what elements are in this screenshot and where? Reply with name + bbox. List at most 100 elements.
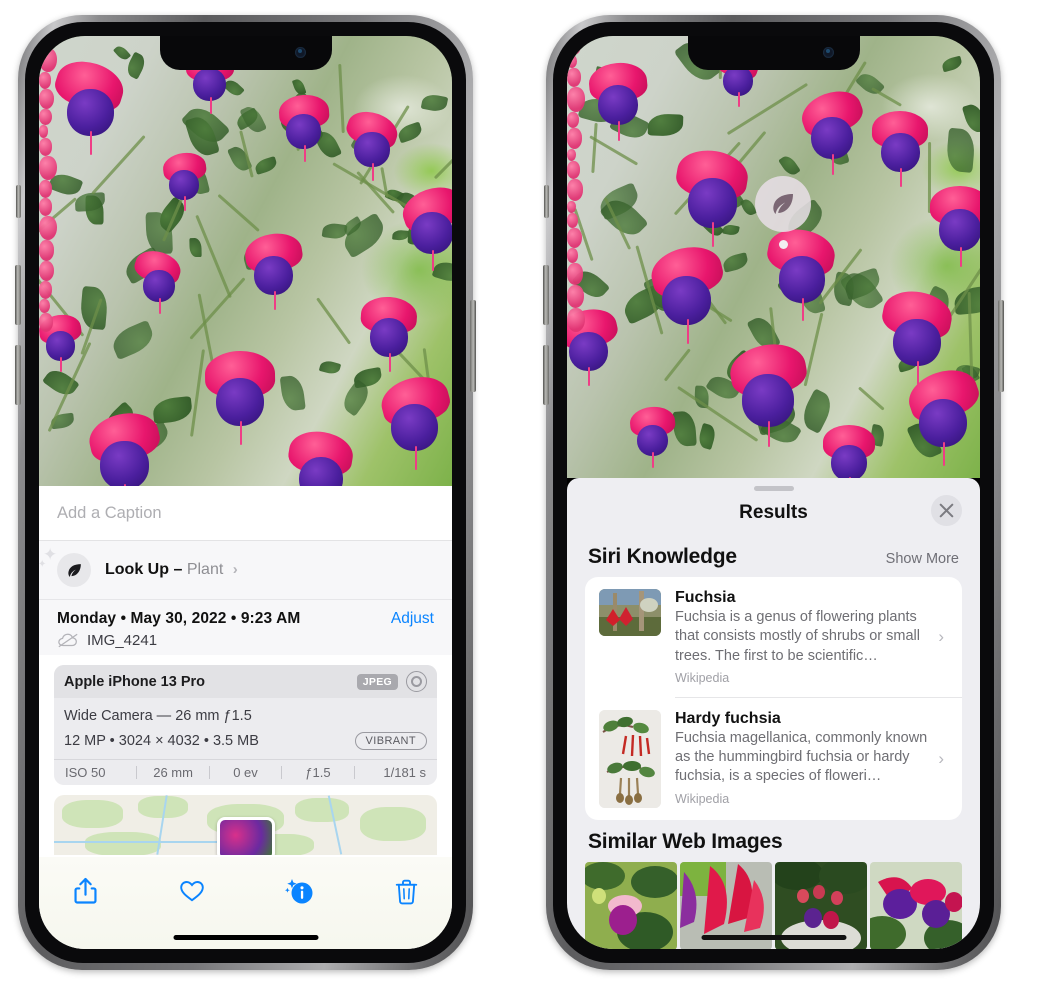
caption-field-row[interactable]: Add a Caption: [39, 486, 452, 541]
photo-detail: [39, 215, 57, 241]
photo-detail: [354, 132, 390, 168]
photo-viewer[interactable]: [39, 36, 452, 486]
results-title: Results: [739, 502, 808, 523]
photo-detail: [831, 154, 834, 176]
profile-badge: VIBRANT: [354, 731, 427, 750]
look-up-dash: –: [173, 561, 183, 578]
location-map[interactable]: [54, 795, 437, 856]
photo-detail: [39, 280, 53, 299]
similar-image-thumb[interactable]: [870, 861, 962, 949]
photo-detail: [372, 163, 375, 181]
photo-detail: [169, 169, 200, 200]
exif-value: ISO 50: [65, 765, 106, 781]
photo-detail: [369, 318, 409, 357]
photo-detail: [767, 420, 770, 448]
volume-up-button-right[interactable]: [543, 265, 549, 325]
photo-detail: [39, 88, 54, 109]
visual-lookup-badge[interactable]: [755, 176, 811, 232]
camera-card-body: Wide Camera — 26 mm ƒ1.5 12 MP • 3024 × …: [54, 698, 437, 759]
result-title: Hardy fuchsia: [675, 709, 781, 727]
trash-icon[interactable]: [384, 871, 428, 911]
camera-device-name: Apple iPhone 13 Pro: [64, 673, 205, 690]
exif-value: ƒ1.5: [305, 765, 331, 781]
photo-detail: [567, 308, 585, 333]
home-indicator-right[interactable]: [701, 935, 846, 940]
list-item[interactable]: Hardy fuchsia Fuchsia magellanica, commo…: [585, 698, 962, 820]
photo-detail: [618, 120, 621, 141]
result-thumbnail-hardy-fuchsia: [599, 709, 661, 808]
show-more-button[interactable]: Show More: [886, 551, 959, 567]
format-badge: JPEG: [356, 673, 398, 690]
photo-detail: [189, 238, 202, 257]
chevron-right-icon[interactable]: ›: [233, 561, 238, 578]
leaf-icon: ✦ ✦: [39, 545, 91, 587]
silence-switch[interactable]: [16, 185, 21, 218]
right-screen: Results Siri Knowledge Show More Fuchsia…: [567, 36, 980, 949]
photo-detail: [215, 377, 264, 427]
left-screen: Add a Caption ✦ ✦ Look Up – Plant › Mond…: [39, 36, 452, 949]
photo-detail: [567, 179, 583, 201]
chevron-right-icon[interactable]: ›: [934, 749, 950, 769]
result-description: Fuchsia is a genus of flowering plants t…: [675, 609, 920, 664]
photo-detail: [942, 441, 945, 467]
photo-detail: [39, 197, 53, 216]
photo-detail: [303, 144, 306, 163]
photo-detail: [254, 255, 294, 296]
volume-down-button[interactable]: [15, 345, 21, 405]
photo-detail: [389, 352, 392, 372]
exif-value: 0 ev: [233, 765, 258, 781]
side-power-button-right[interactable]: [998, 300, 1004, 392]
results-sheet: Results Siri Knowledge Show More Fuchsia…: [567, 478, 980, 949]
similar-web-images-section-header: Similar Web Images: [567, 820, 980, 860]
chevron-right-icon[interactable]: ›: [934, 627, 950, 647]
volume-up-button[interactable]: [15, 265, 21, 325]
section-title-similar-web-images: Similar Web Images: [588, 829, 783, 853]
photo-detail: [431, 249, 434, 271]
result-thumbnail-fuchsia: [599, 589, 661, 636]
photo-thumbnail-pin[interactable]: [216, 817, 275, 856]
photo-detail: [45, 331, 76, 361]
siri-knowledge-card: Fuchsia Fuchsia is a genus of flowering …: [585, 577, 962, 820]
volume-down-button-right[interactable]: [543, 345, 549, 405]
adjust-button[interactable]: Adjust: [391, 610, 434, 628]
photo-detail: [66, 89, 114, 137]
share-icon[interactable]: [63, 871, 107, 911]
silence-switch-right[interactable]: [544, 185, 549, 218]
home-indicator[interactable]: [173, 935, 318, 940]
photo-detail: [184, 196, 187, 212]
photo-viewer-right[interactable]: [567, 36, 980, 478]
photo-detail: [900, 167, 903, 188]
favorite-heart-icon[interactable]: [170, 871, 214, 911]
result-source: Wikipedia: [675, 791, 730, 806]
photo-detail: [567, 55, 577, 69]
photo-detail: [801, 297, 804, 322]
cloud-slash-icon: [57, 633, 79, 648]
iphone-left-device: Add a Caption ✦ ✦ Look Up – Plant › Mond…: [15, 15, 476, 970]
photo-detail: [686, 319, 689, 345]
photo-detail: [737, 92, 740, 108]
photo-detail: [938, 209, 980, 252]
photo-detail: [687, 178, 737, 228]
similar-image-thumb[interactable]: [585, 861, 677, 949]
look-up-row[interactable]: ✦ ✦ Look Up – Plant ›: [39, 541, 452, 599]
front-camera: [294, 47, 306, 58]
visual-lookup-pin-dot: [779, 240, 788, 249]
close-x-icon[interactable]: [931, 495, 962, 526]
photo-detail: [712, 222, 715, 247]
photo-detail: [273, 290, 276, 311]
sparkle-small-icon: ✦: [39, 559, 47, 570]
siri-knowledge-section-header: Siri Knowledge Show More: [567, 535, 980, 577]
side-power-button[interactable]: [470, 300, 476, 392]
list-item[interactable]: Fuchsia Fuchsia is a genus of flowering …: [585, 577, 962, 697]
info-sparkle-icon[interactable]: [277, 871, 321, 911]
look-up-text: Look Up: [105, 561, 169, 578]
section-title-siri-knowledge: Siri Knowledge: [588, 545, 737, 568]
aperture-icon[interactable]: [406, 671, 427, 692]
photo-detail: [893, 318, 941, 367]
device-bezel: Add a Caption ✦ ✦ Look Up – Plant › Mond…: [25, 22, 466, 963]
photo-detail: [567, 87, 585, 112]
caption-placeholder[interactable]: Add a Caption: [57, 504, 162, 523]
photo-detail: [918, 398, 967, 448]
screenshot-canvas: Add a Caption ✦ ✦ Look Up – Plant › Mond…: [0, 0, 1055, 985]
photo-detail: [567, 213, 578, 228]
